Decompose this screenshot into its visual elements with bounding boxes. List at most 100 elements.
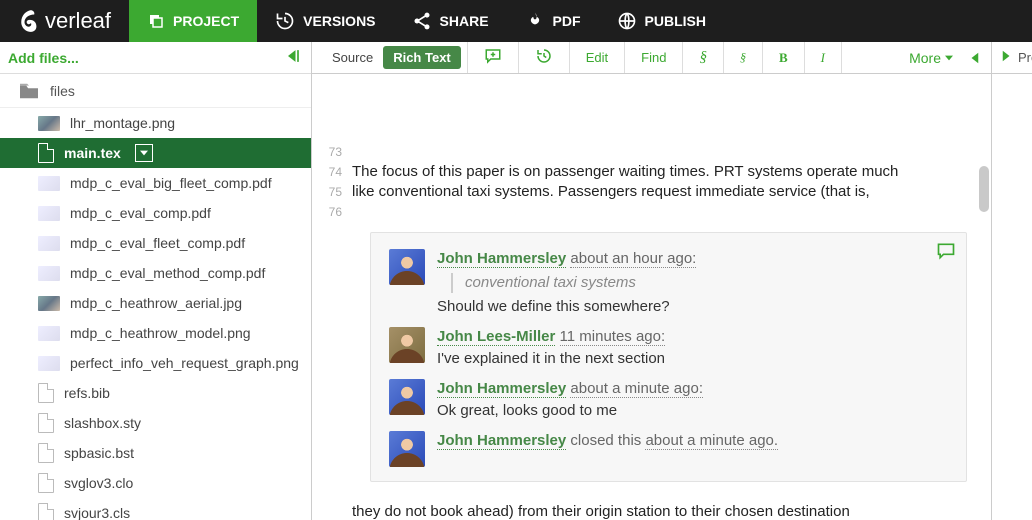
- comment-quote: conventional taxi systems: [451, 273, 948, 293]
- brand-text: verleaf: [45, 8, 111, 34]
- comment-text: Should we define this somewhere?: [437, 297, 948, 317]
- top-bar: verleaf PROJECT VERSIONS SHARE PDF PUBLI…: [0, 0, 1032, 42]
- versions-button[interactable]: VERSIONS: [257, 0, 393, 42]
- comment-thread: John Hammersley about an hour ago:conven…: [370, 232, 967, 482]
- comment-row: John Hammersley closed this about a minu…: [389, 431, 948, 467]
- document-icon: [38, 143, 54, 163]
- editor-toolbar: Source Rich Text Edit Find § § B I More: [312, 42, 991, 74]
- image-thumb-icon: [38, 116, 60, 131]
- comment-author[interactable]: John Lees-Miller: [437, 328, 555, 346]
- add-files-button[interactable]: Add files...: [8, 50, 79, 66]
- image-thumb-icon: [38, 236, 60, 251]
- more-menu[interactable]: More: [901, 42, 961, 73]
- file-row[interactable]: mdp_c_heathrow_aerial.jpg: [0, 288, 311, 318]
- document-icon: [38, 473, 54, 493]
- copy-icon: [147, 12, 165, 30]
- rich-text-tab[interactable]: Rich Text: [383, 46, 461, 69]
- image-thumb-icon: [38, 266, 60, 281]
- scrollbar-thumb[interactable]: [979, 166, 989, 212]
- comment-author[interactable]: John Hammersley: [437, 432, 566, 450]
- file-row[interactable]: svglov3.clo: [0, 468, 311, 498]
- globe-icon: [617, 11, 637, 31]
- chevron-down-icon: [140, 149, 148, 157]
- italic-button[interactable]: I: [811, 46, 835, 70]
- pdf-icon: [525, 11, 545, 31]
- file-list: lhr_montage.png main.tex mdp_c_eval_big_fl…: [0, 108, 311, 520]
- file-name: slashbox.sty: [64, 415, 141, 431]
- file-name: mdp_c_heathrow_aerial.jpg: [70, 295, 242, 311]
- publish-button[interactable]: PUBLISH: [599, 0, 724, 42]
- comment-row: John Hammersley about an hour ago:conven…: [389, 249, 948, 317]
- avatar: [389, 379, 425, 415]
- document-icon: [38, 503, 54, 520]
- comment-text: Ok great, looks good to me: [437, 401, 948, 421]
- find-button[interactable]: Find: [631, 46, 676, 69]
- project-button[interactable]: PROJECT: [129, 0, 257, 42]
- collapse-editor-icon[interactable]: [961, 42, 991, 73]
- file-row[interactable]: lhr_montage.png: [0, 108, 311, 138]
- comment-icon[interactable]: [936, 241, 956, 267]
- comment-row: John Lees-Miller 11 minutes ago: I've exp…: [389, 327, 948, 369]
- section-button-1[interactable]: §: [689, 45, 717, 70]
- folder-row[interactable]: files: [0, 74, 311, 108]
- comment-row: John Hammersley about a minute ago:Ok gr…: [389, 379, 948, 421]
- file-row[interactable]: mdp_c_eval_method_comp.pdf: [0, 258, 311, 288]
- avatar: [389, 249, 425, 285]
- file-row[interactable]: mdp_c_heathrow_model.png: [0, 318, 311, 348]
- file-sidebar: Add files... files lhr_montage.png main.t…: [0, 42, 312, 520]
- file-name: main.tex: [64, 145, 121, 161]
- file-row[interactable]: perfect_info_veh_request_graph.png: [0, 348, 311, 378]
- file-row[interactable]: slashbox.sty: [0, 408, 311, 438]
- source-tab[interactable]: Source: [322, 46, 383, 69]
- file-row[interactable]: mdp_c_eval_comp.pdf: [0, 198, 311, 228]
- avatar: [389, 327, 425, 363]
- file-row[interactable]: main.tex: [0, 138, 311, 168]
- file-name: mdp_c_eval_big_fleet_comp.pdf: [70, 175, 272, 191]
- file-menu-button[interactable]: [135, 144, 153, 162]
- file-row[interactable]: spbasic.bst: [0, 438, 311, 468]
- comment-author[interactable]: John Hammersley: [437, 250, 566, 268]
- history-icon-button[interactable]: [525, 43, 563, 72]
- editor-body[interactable]: 73 74 75 76 The focus of this paper is o…: [312, 74, 991, 520]
- file-name: svglov3.clo: [64, 475, 133, 491]
- document-icon: [38, 383, 54, 403]
- file-row[interactable]: mdp_c_eval_fleet_comp.pdf: [0, 228, 311, 258]
- file-name: lhr_montage.png: [70, 115, 175, 131]
- leaf-icon: [18, 8, 44, 34]
- file-name: spbasic.bst: [64, 445, 134, 461]
- file-name: svjour3.cls: [64, 505, 130, 520]
- history-icon: [275, 11, 295, 31]
- image-thumb-icon: [38, 176, 60, 191]
- edit-menu[interactable]: Edit: [576, 46, 618, 69]
- file-name: mdp_c_eval_comp.pdf: [70, 205, 211, 221]
- text-line-91[interactable]: they do not book ahead) from their origi…: [352, 502, 850, 520]
- collapse-sidebar-icon[interactable]: [283, 46, 303, 69]
- file-name: mdp_c_heathrow_model.png: [70, 325, 251, 341]
- comment-time: 11 minutes ago:: [560, 328, 666, 346]
- image-thumb-icon: [38, 326, 60, 341]
- bold-button[interactable]: B: [769, 46, 798, 70]
- share-icon: [412, 11, 432, 31]
- editor-pane: Source Rich Text Edit Find § § B I More: [312, 42, 992, 520]
- file-row[interactable]: svjour3.cls: [0, 498, 311, 520]
- image-thumb-icon: [38, 356, 60, 371]
- section-button-2[interactable]: §: [730, 46, 756, 69]
- add-comment-icon[interactable]: [474, 43, 512, 72]
- file-row[interactable]: refs.bib: [0, 378, 311, 408]
- share-button[interactable]: SHARE: [394, 0, 507, 42]
- line-gutter: 73 74 75 76: [312, 74, 346, 520]
- comment-text: I've explained it in the next section: [437, 349, 948, 369]
- image-thumb-icon: [38, 296, 60, 311]
- file-row[interactable]: mdp_c_eval_big_fleet_comp.pdf: [0, 168, 311, 198]
- text-line-75[interactable]: like conventional taxi systems. Passenge…: [352, 182, 967, 202]
- overleaf-logo[interactable]: verleaf: [0, 0, 129, 42]
- document-icon: [38, 413, 54, 433]
- text-line-74[interactable]: The focus of this paper is on passenger …: [352, 162, 967, 182]
- file-name: refs.bib: [64, 385, 110, 401]
- pdf-button[interactable]: PDF: [507, 0, 599, 42]
- file-name: perfect_info_veh_request_graph.png: [70, 355, 299, 371]
- avatar: [389, 431, 425, 467]
- expand-preview-icon[interactable]: [996, 47, 1014, 68]
- document-icon: [38, 443, 54, 463]
- comment-author[interactable]: John Hammersley: [437, 380, 566, 398]
